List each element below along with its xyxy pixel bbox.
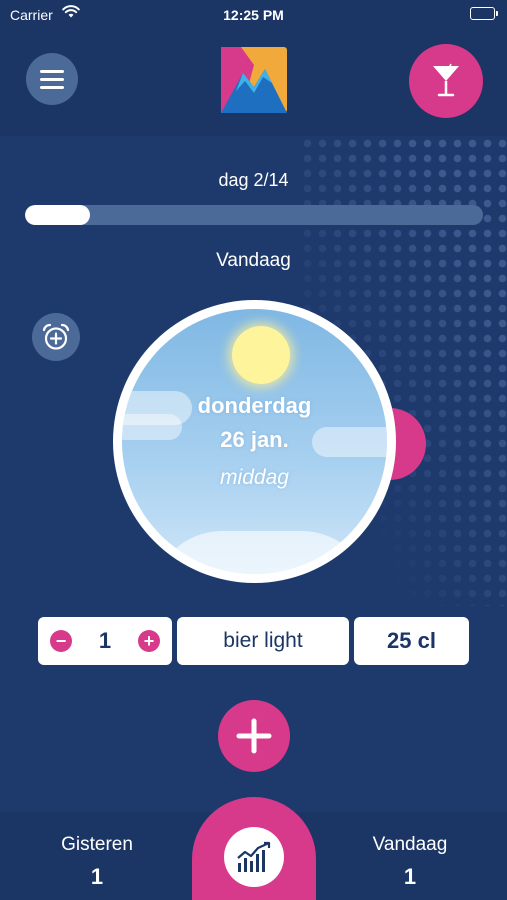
drink-size-selector[interactable]: 25 cl — [354, 617, 469, 665]
dial-date: 26 jan. — [220, 427, 289, 452]
plus-icon — [236, 718, 272, 754]
dial-part-of-day: middag — [220, 466, 289, 489]
day-title: Vandaag — [216, 250, 291, 271]
sky-illustration: donderdag 26 jan. middag — [122, 309, 387, 574]
statistics-icon-circle — [224, 827, 284, 887]
quantity-value: 1 — [98, 628, 112, 653]
chart-icon — [237, 841, 271, 872]
clock-label: 12:25 PM — [223, 7, 284, 23]
battery-icon — [470, 7, 498, 20]
today-count: 1 — [403, 864, 417, 889]
sun-icon — [232, 326, 290, 384]
drink-settings-button[interactable] — [409, 44, 483, 118]
mountain-logo-icon — [221, 47, 287, 113]
alarm-clock-add-icon — [42, 323, 70, 350]
yesterday-label: Gisteren — [61, 834, 133, 855]
cocktail-glass-icon — [433, 63, 459, 97]
program-progress-fill — [25, 205, 91, 225]
yesterday-count: 1 — [90, 864, 104, 889]
program-day-label: dag 2/14 — [218, 170, 289, 190]
add-drink-button[interactable] — [218, 700, 290, 772]
program-progress-bar — [25, 205, 483, 225]
decrease-quantity-button[interactable]: − — [50, 630, 72, 652]
time-of-day-dial[interactable]: donderdag 26 jan. middag — [113, 300, 396, 583]
quantity-stepper: − 1 + — [38, 617, 172, 665]
today-label: Vandaag — [372, 834, 448, 855]
cloud-decoration — [152, 531, 372, 574]
add-reminder-button[interactable] — [32, 313, 80, 361]
hamburger-menu-icon — [40, 69, 64, 73]
today-summary: Vandaag 1 — [330, 834, 490, 890]
drink-type-selector[interactable]: bier light — [177, 617, 349, 665]
increase-quantity-button[interactable]: + — [138, 630, 160, 652]
menu-button[interactable] — [26, 53, 78, 105]
status-bar: Carrier 12:25 PM — [0, 0, 507, 30]
dial-weekday: donderdag — [197, 393, 312, 418]
yesterday-summary: Gisteren 1 — [17, 834, 177, 890]
